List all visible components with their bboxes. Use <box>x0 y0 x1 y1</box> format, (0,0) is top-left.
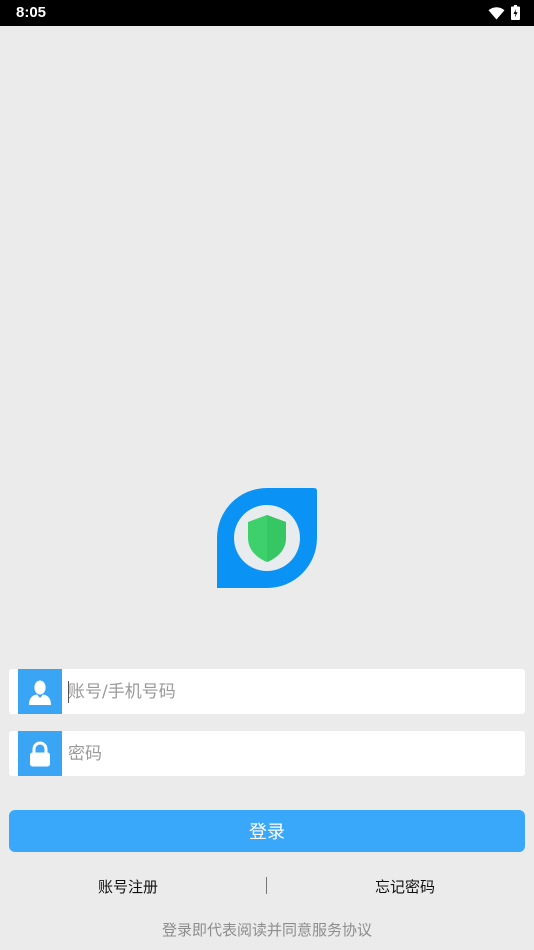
login-button[interactable]: 登录 <box>9 810 525 852</box>
forgot-password-link[interactable]: 忘记密码 <box>375 876 435 897</box>
user-icon <box>18 669 62 714</box>
wifi-icon <box>488 5 505 24</box>
battery-charging-icon <box>511 5 520 24</box>
lock-icon <box>18 731 62 776</box>
account-field <box>9 669 525 714</box>
password-input[interactable] <box>68 731 508 776</box>
link-divider <box>266 877 267 894</box>
app-logo <box>217 488 317 588</box>
service-agreement-text[interactable]: 登录即代表阅读并同意服务协议 <box>0 919 534 940</box>
text-cursor <box>68 681 69 703</box>
status-bar: 8:05 <box>0 0 534 26</box>
password-field <box>9 731 525 776</box>
register-link[interactable]: 账号注册 <box>98 876 158 897</box>
status-icons <box>488 5 520 24</box>
account-input[interactable] <box>68 669 508 714</box>
status-time: 8:05 <box>16 4 47 21</box>
